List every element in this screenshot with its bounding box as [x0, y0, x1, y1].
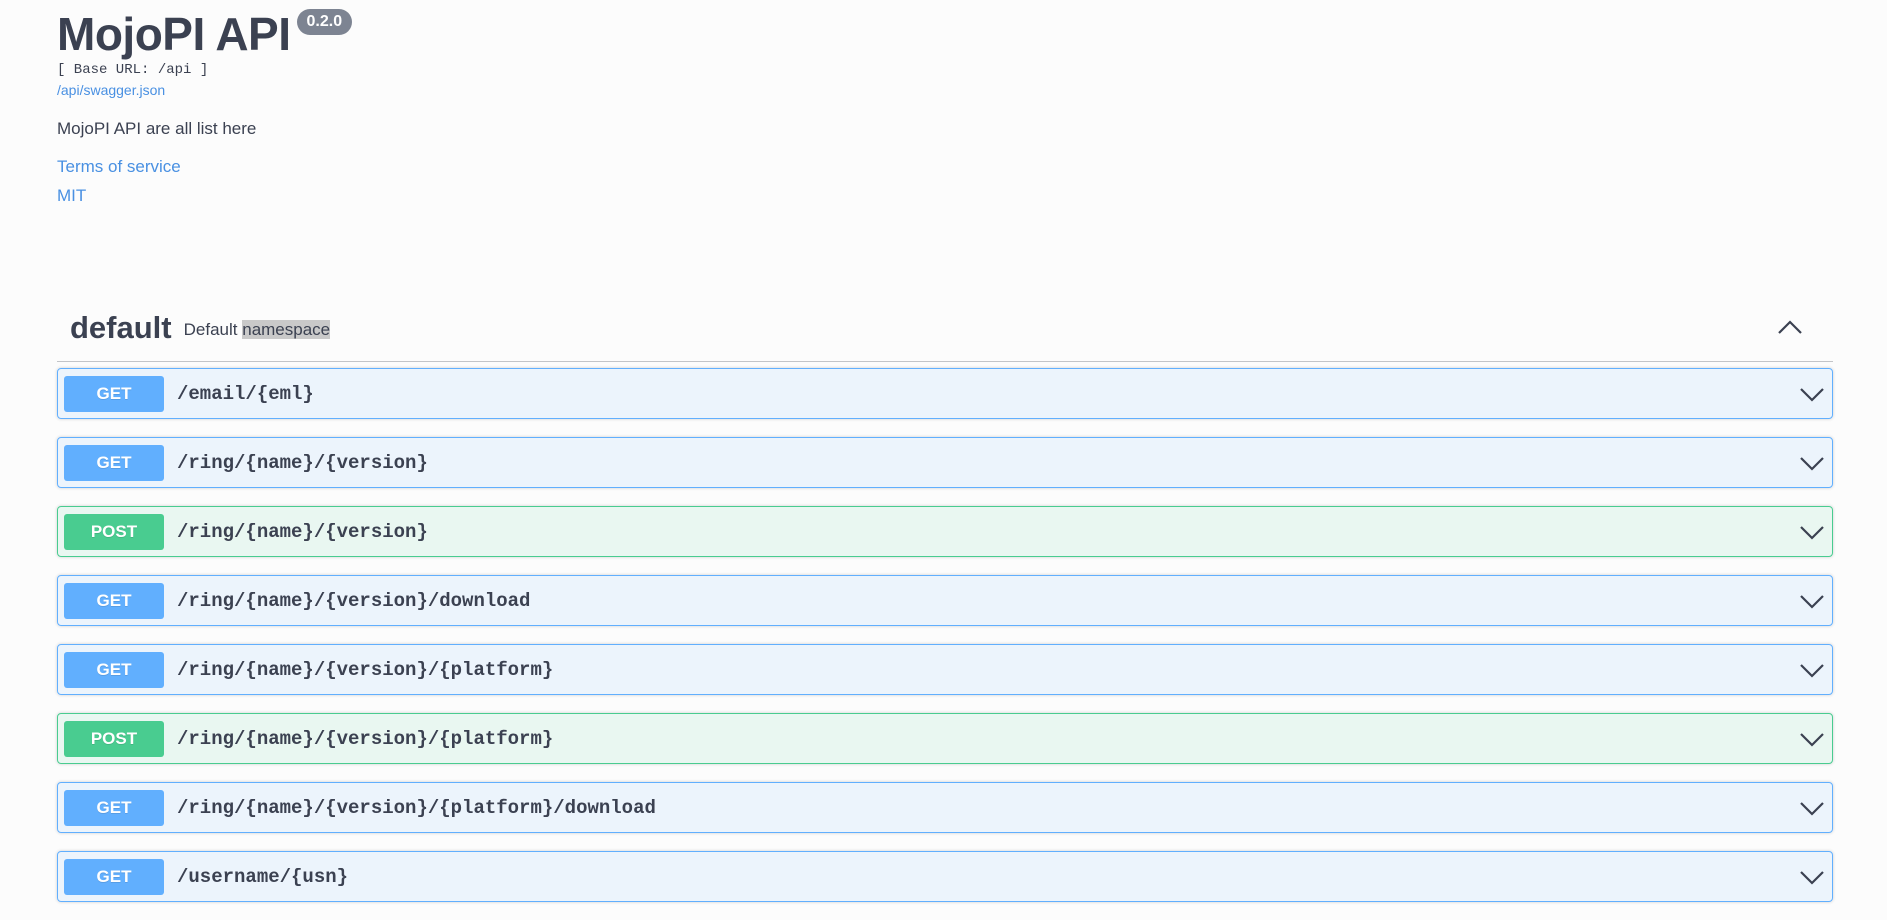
- operation-post-row[interactable]: POST/ring/{name}/{version}/{platform}: [57, 713, 1833, 764]
- operation-get-row[interactable]: GET/ring/{name}/{version}: [57, 437, 1833, 488]
- method-badge: GET: [64, 789, 164, 826]
- swagger-json-link[interactable]: /api/swagger.json: [57, 82, 1837, 99]
- tag-name: default: [70, 310, 172, 345]
- chevron-down-icon[interactable]: [1799, 522, 1825, 542]
- operations-list: GET/email/{eml} GET/ring/{name}/{version}…: [57, 368, 1833, 920]
- terms-of-service-link[interactable]: Terms of service: [57, 156, 1837, 177]
- tag-description: Default namespace: [184, 320, 331, 340]
- title-row: MojoPI API 0.2.0: [57, 8, 1837, 60]
- chevron-down-icon[interactable]: [1799, 660, 1825, 680]
- api-info: MojoPI API 0.2.0 [ Base URL: /api ] /api…: [57, 8, 1837, 206]
- chevron-down-icon[interactable]: [1799, 591, 1825, 611]
- chevron-up-icon[interactable]: [1777, 317, 1803, 337]
- chevron-down-icon[interactable]: [1799, 729, 1825, 749]
- operation-path: /ring/{name}/{version}/{platform}/downlo…: [177, 796, 656, 819]
- operation-path: /email/{eml}: [177, 382, 314, 405]
- base-url: [ Base URL: /api ]: [57, 62, 209, 78]
- method-badge: GET: [64, 651, 164, 688]
- api-description: MojoPI API are all list here: [57, 119, 257, 138]
- operation-get-row[interactable]: GET/ring/{name}/{version}/download: [57, 575, 1833, 626]
- chevron-down-icon[interactable]: [1799, 867, 1825, 887]
- method-badge: POST: [64, 720, 164, 757]
- operation-post-row[interactable]: POST/ring/{name}/{version}: [57, 506, 1833, 557]
- page-title: MojoPI API: [57, 8, 291, 60]
- operation-path: /ring/{name}/{version}/download: [177, 589, 531, 612]
- operation-path: /ring/{name}/{version}/{platform}: [177, 658, 554, 681]
- tag-description-highlight: namespace: [242, 320, 331, 339]
- method-badge: GET: [64, 858, 164, 895]
- license-link[interactable]: MIT: [57, 185, 1837, 206]
- chevron-down-icon[interactable]: [1799, 798, 1825, 818]
- operation-path: /ring/{name}/{version}: [177, 451, 428, 474]
- method-badge: GET: [64, 582, 164, 619]
- method-badge: GET: [64, 375, 164, 412]
- operation-get-row[interactable]: GET/ring/{name}/{version}/{platform}: [57, 644, 1833, 695]
- chevron-down-icon[interactable]: [1799, 384, 1825, 404]
- version-badge: 0.2.0: [296, 9, 353, 35]
- operation-path: /ring/{name}/{version}: [177, 520, 428, 543]
- operation-get-row[interactable]: GET/username/{usn}: [57, 851, 1833, 902]
- operation-path: /username/{usn}: [177, 865, 349, 888]
- method-badge: GET: [64, 444, 164, 481]
- chevron-down-icon[interactable]: [1799, 453, 1825, 473]
- operation-get-row[interactable]: GET/ring/{name}/{version}/{platform}/dow…: [57, 782, 1833, 833]
- operation-path: /ring/{name}/{version}/{platform}: [177, 727, 554, 750]
- method-badge: POST: [64, 513, 164, 550]
- tag-description-prefix: Default: [183, 320, 238, 339]
- operation-get-row[interactable]: GET/email/{eml}: [57, 368, 1833, 419]
- tag-section-default[interactable]: default Default namespace: [57, 295, 1833, 362]
